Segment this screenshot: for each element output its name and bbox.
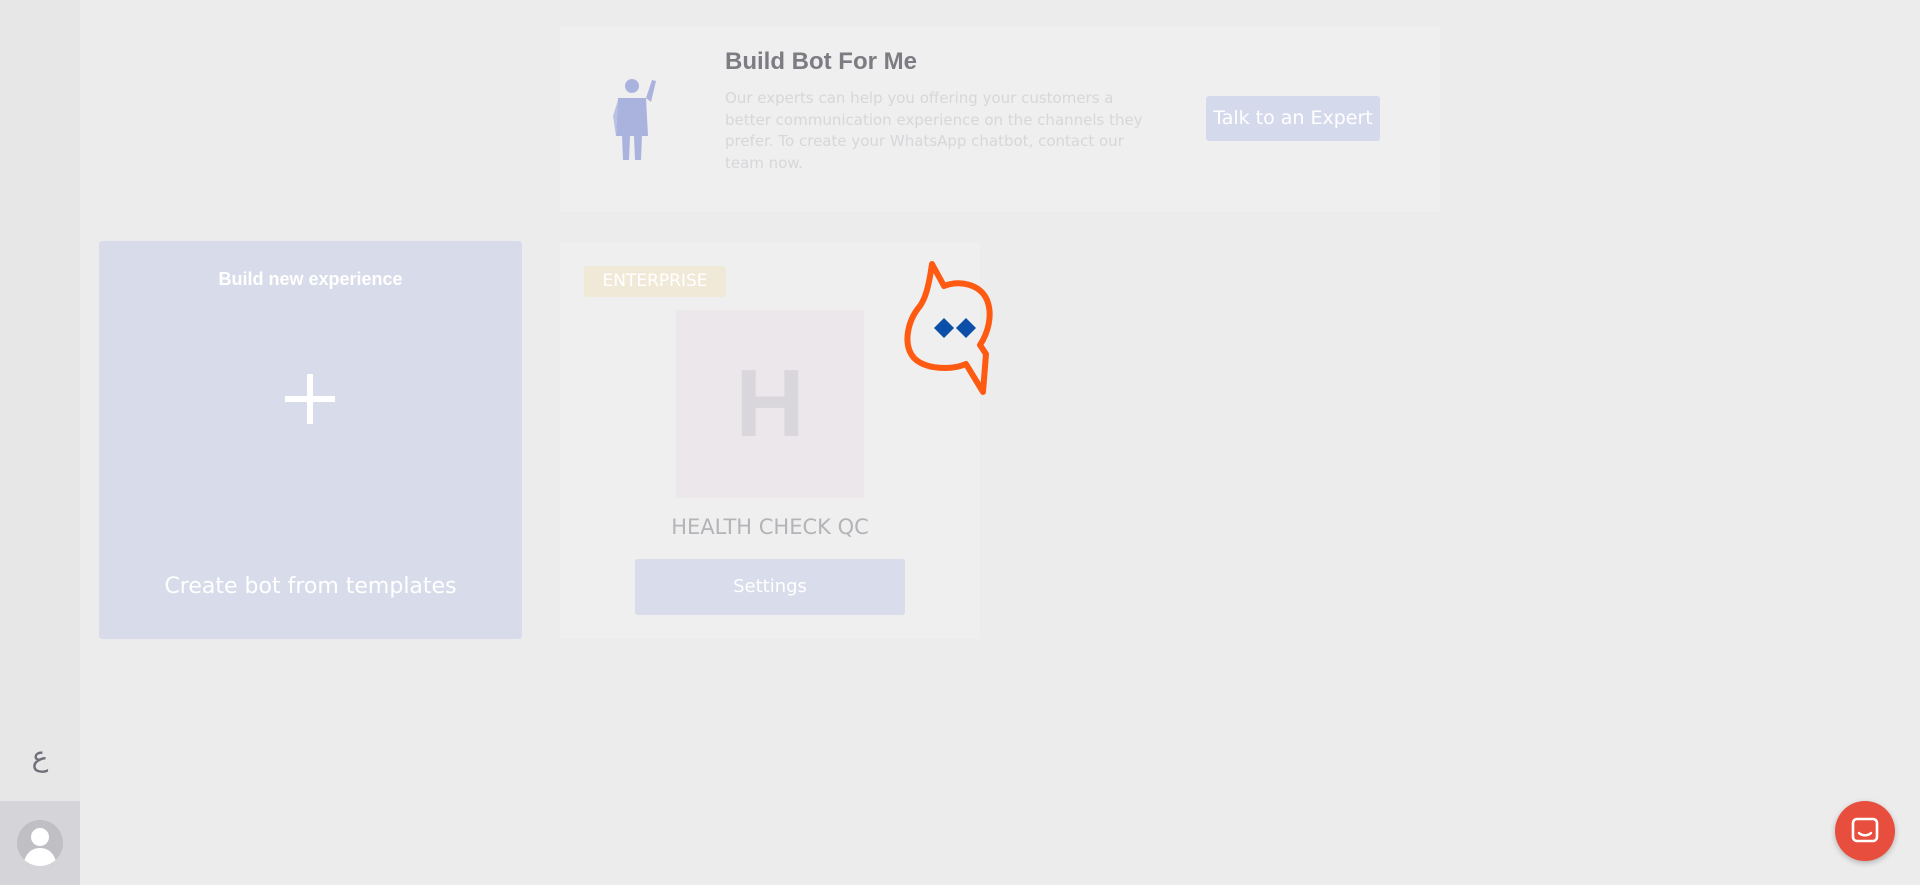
- sidebar: ع: [0, 0, 80, 885]
- language-toggle[interactable]: ع: [0, 740, 80, 773]
- expert-person-icon: [608, 76, 668, 161]
- profile-menu[interactable]: [0, 801, 80, 885]
- brand-logo-spinner-icon: [900, 260, 1020, 395]
- create-from-templates-link[interactable]: Create bot from templates: [99, 574, 522, 599]
- plan-badge: ENTERPRISE: [584, 266, 726, 297]
- create-card-title: Build new experience: [218, 269, 403, 289]
- plus-icon: [285, 374, 335, 424]
- chat-icon: [1850, 816, 1880, 846]
- chat-launcher-button[interactable]: [1835, 801, 1895, 861]
- bot-name: HEALTH CHECK QC: [671, 515, 869, 539]
- banner-description: Our experts can help you offering your c…: [725, 89, 1143, 172]
- banner-title: Build Bot For Me: [725, 48, 917, 75]
- bot-settings-button[interactable]: Settings: [635, 559, 905, 615]
- bot-initial: H: [735, 350, 805, 457]
- expert-banner: Build Bot For Me Our experts can help yo…: [560, 26, 1440, 212]
- talk-to-expert-button[interactable]: Talk to an Expert: [1206, 96, 1380, 141]
- create-bot-card[interactable]: Build new experience Create bot from tem…: [99, 241, 522, 639]
- user-avatar-icon: [17, 820, 63, 866]
- bot-thumbnail[interactable]: H: [676, 310, 864, 498]
